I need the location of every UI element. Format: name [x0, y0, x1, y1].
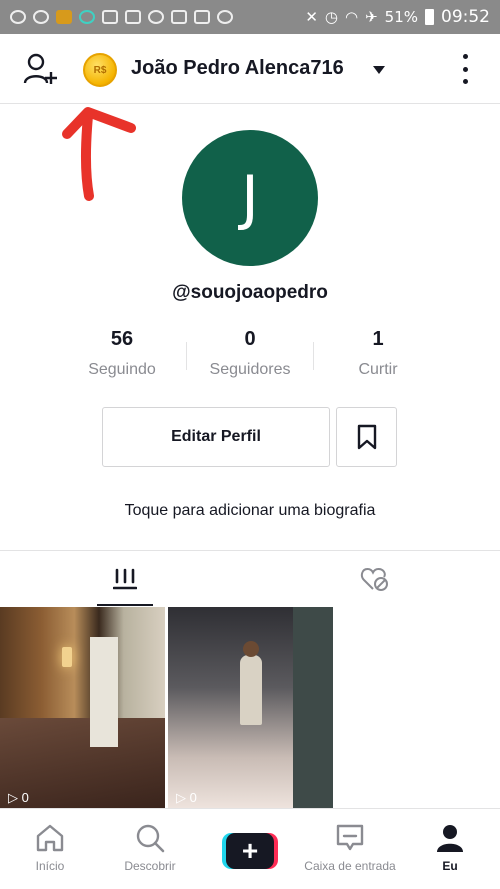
annotation-arrow-icon [62, 107, 136, 201]
app-circle-icon [79, 10, 95, 24]
stat-followers[interactable]: 0 Seguidores [186, 328, 314, 379]
dnd-icon [33, 10, 49, 24]
status-bar: ✕ ◷ ◠ ✈ 51% 09:52 [0, 0, 500, 34]
thumbnail-door [90, 637, 118, 747]
battery-percent: 51% [384, 8, 418, 26]
play-icon: ▷ [176, 790, 186, 805]
chevron-down-icon[interactable] [373, 66, 385, 74]
stat-following[interactable]: 56 Seguindo [58, 328, 186, 379]
pinwheel-icon [148, 10, 164, 24]
grid-icon [113, 568, 137, 589]
play-count: ▷ 0 [8, 790, 29, 806]
notification-icons [10, 10, 233, 24]
nav-home[interactable]: Início [0, 809, 100, 889]
play-count: ▷ 0 [176, 790, 197, 806]
stat-divider [313, 342, 314, 370]
cube-icon [217, 10, 233, 24]
edit-profile-button[interactable]: Editar Perfil [102, 407, 330, 467]
profile-handle: @souojoaopedro [172, 282, 328, 303]
bottom-navigation: Início Descobrir + Caixa de entrada Eu [0, 808, 500, 889]
avatar-letter: J [241, 163, 259, 233]
inbox-icon [336, 824, 364, 851]
book-icon [102, 10, 118, 24]
airplane-icon: ✈ [365, 8, 378, 26]
more-options-button[interactable] [460, 54, 470, 84]
nav-label: Eu [442, 859, 458, 873]
message-icon [10, 10, 26, 24]
app-notification-icon [56, 10, 72, 24]
bookmark-icon [357, 424, 376, 450]
view-count: 0 [189, 790, 197, 805]
box-icon [125, 10, 141, 24]
play-icon: ▷ [8, 790, 18, 805]
tab-videos[interactable] [0, 551, 250, 606]
stat-value: 1 [372, 328, 384, 350]
thumbnail-lamp [62, 647, 72, 667]
alarm-icon: ◷ [324, 8, 338, 26]
profile-header: R$ João Pedro Alenca716 [0, 34, 500, 104]
thumbnail-person [240, 641, 262, 725]
nav-label: Início [35, 859, 65, 873]
video-thumbnail[interactable]: ▷ 0 [168, 607, 333, 808]
nav-discover[interactable]: Descobrir [100, 809, 200, 889]
dot-icon [462, 54, 468, 59]
stat-value: 56 [110, 328, 134, 350]
nav-label: Caixa de entrada [304, 859, 396, 873]
stat-divider [186, 342, 187, 370]
nav-inbox[interactable]: Caixa de entrada [300, 809, 400, 889]
content-tabs [0, 550, 500, 606]
mail-icon [194, 10, 210, 24]
battery-icon [425, 9, 434, 25]
add-user-icon [23, 53, 57, 84]
coin-balance-button[interactable]: R$ [83, 53, 117, 87]
mute-icon: ✕ [305, 8, 318, 26]
avatar[interactable]: J [182, 130, 318, 266]
coin-icon: R$ [93, 64, 107, 76]
liked-hidden-icon [360, 567, 388, 591]
stat-label: Curtir [358, 361, 398, 378]
nav-create[interactable]: + [200, 809, 300, 889]
profile-stats: 56 Seguindo 0 Seguidores 1 Curtir [58, 328, 442, 379]
add-user-button[interactable] [22, 52, 60, 86]
home-icon [36, 824, 64, 852]
nav-label: Descobrir [124, 859, 176, 873]
video-grid: ▷ 0 ▷ 0 [0, 607, 500, 808]
wifi-icon: ◠ [344, 8, 359, 26]
dot-icon [462, 66, 468, 72]
dot-icon [462, 79, 468, 84]
nav-profile[interactable]: Eu [400, 809, 500, 889]
clock: 09:52 [441, 7, 490, 27]
create-video-button[interactable]: + [222, 833, 278, 869]
stat-likes[interactable]: 1 Curtir [314, 328, 442, 379]
view-count: 0 [21, 790, 29, 805]
video-thumbnail[interactable]: ▷ 0 [0, 607, 165, 808]
stat-value: 0 [244, 328, 256, 350]
plus-icon: + [226, 833, 274, 869]
search-icon [136, 824, 165, 853]
tab-liked[interactable] [250, 551, 500, 606]
bio-prompt[interactable]: Toque para adicionar uma biografia [0, 502, 500, 520]
stat-label: Seguindo [88, 361, 156, 378]
profile-icon [437, 825, 463, 852]
stat-label: Seguidores [209, 361, 291, 378]
account-switcher-name[interactable]: João Pedro Alenca716 [131, 57, 344, 80]
favorites-button[interactable] [336, 407, 397, 467]
thumbnail-wall [293, 607, 333, 808]
clipboard-icon [171, 10, 187, 24]
system-icons: ✕ ◷ ◠ ✈ 51% 09:52 [305, 7, 490, 27]
